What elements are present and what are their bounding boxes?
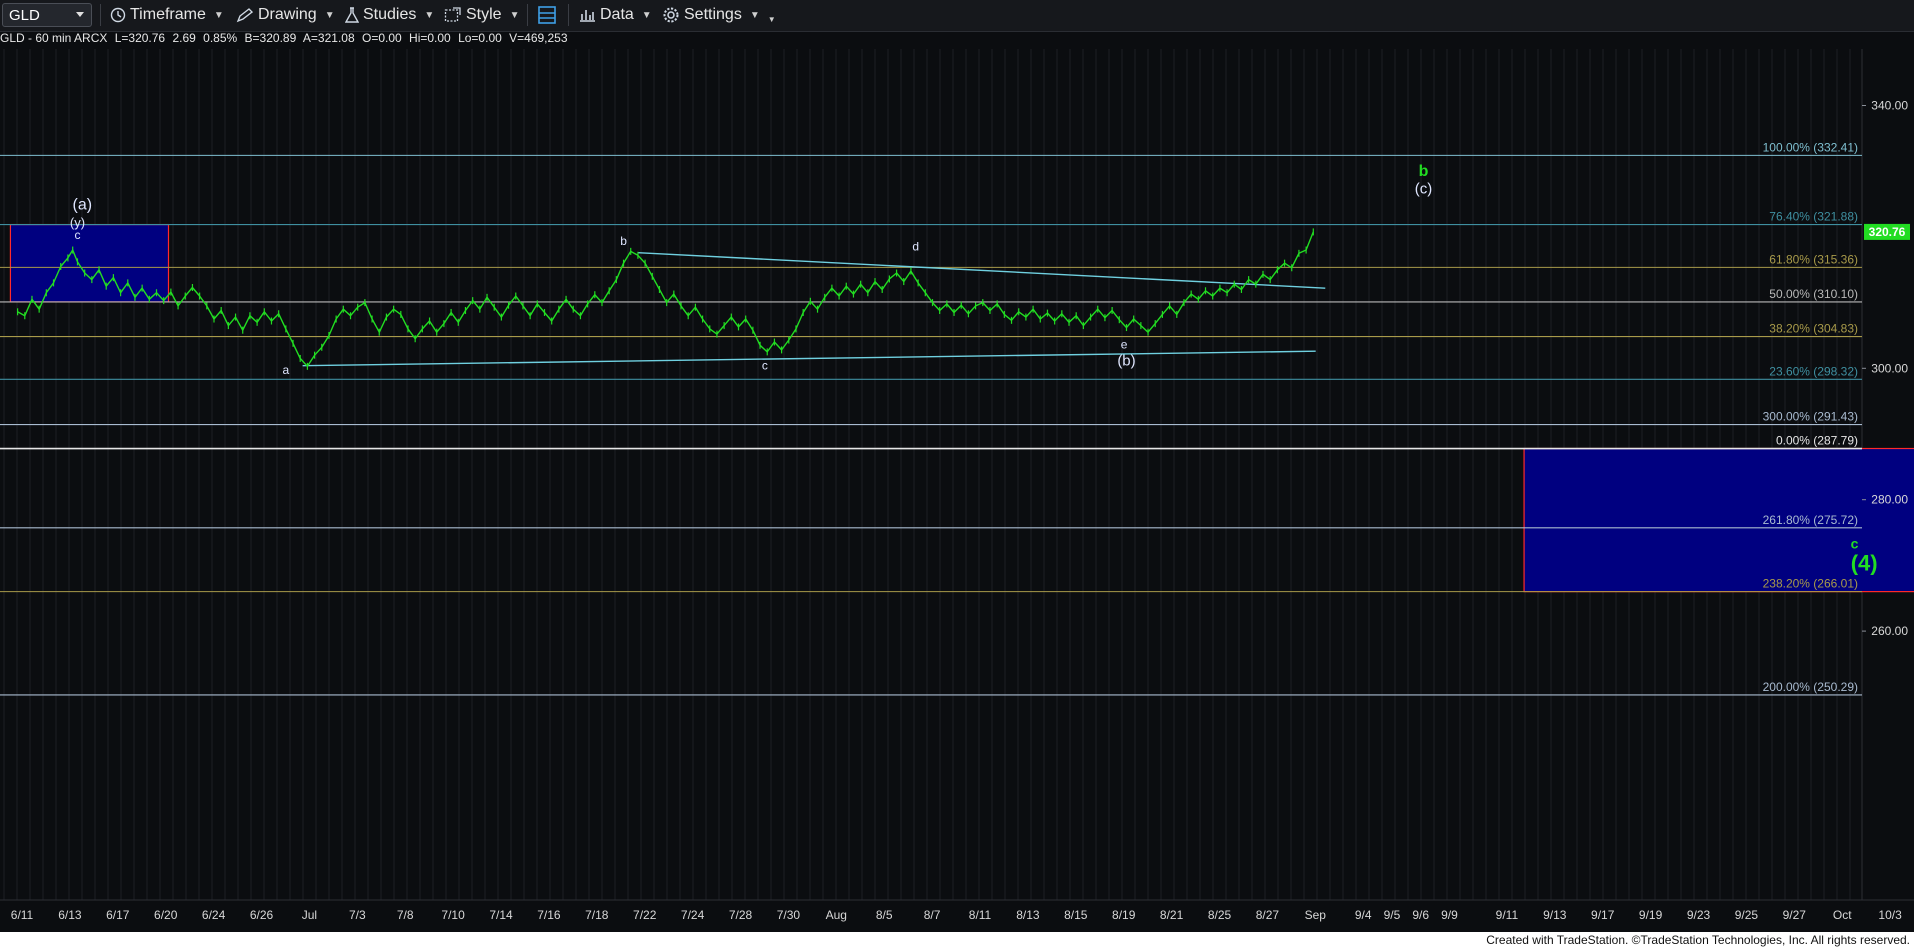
- date-tick-label: 9/6: [1412, 908, 1429, 922]
- fib-level-label: 261.80% (275.72): [1763, 513, 1858, 527]
- date-tick-label: Oct: [1833, 908, 1852, 922]
- wave-label: b: [620, 234, 627, 248]
- date-tick-label: 7/16: [537, 908, 561, 922]
- price-tick-label: 340.00: [1871, 99, 1908, 113]
- date-tick-label: 7/8: [397, 908, 414, 922]
- trendline-upper: [637, 251, 1326, 289]
- price-chart[interactable]: 100.00% (332.41) 76.40% (321.88) 61.80% (3…: [0, 0, 1914, 932]
- wave-label: b: [1419, 163, 1429, 180]
- date-tick-label: 6/13: [58, 908, 82, 922]
- date-tick-label: 9/11: [1496, 908, 1519, 922]
- date-tick-label: 9/17: [1591, 908, 1615, 922]
- date-tick-label: 7/3: [349, 908, 366, 922]
- date-tick-label: 7/24: [681, 908, 705, 922]
- date-tick-label: Sep: [1305, 908, 1327, 922]
- date-tick-label: 7/28: [729, 908, 753, 922]
- fib-level-label: 38.20% (304.83): [1769, 322, 1858, 336]
- date-tick-label: 7/14: [489, 908, 513, 922]
- wave-label: (b): [1117, 353, 1135, 370]
- wave-label: (c): [1415, 181, 1433, 198]
- wave-label: (4): [1851, 551, 1878, 576]
- date-tick-label: 9/9: [1441, 908, 1458, 922]
- date-tick-label: 6/20: [154, 908, 178, 922]
- date-tick-label: 6/24: [202, 908, 226, 922]
- date-tick-label: 6/11: [11, 908, 34, 922]
- date-tick-label: 8/5: [876, 908, 893, 922]
- date-tick-label: 8/7: [924, 908, 941, 922]
- date-tick-label: 7/30: [777, 908, 801, 922]
- date-tick-label: 7/22: [633, 908, 657, 922]
- wave-label: c: [74, 228, 80, 242]
- trendline-lower: [302, 350, 1316, 367]
- wave-a-box: [9, 223, 170, 303]
- date-tick-label: 8/25: [1208, 908, 1232, 922]
- wave-label: (a): [72, 196, 92, 213]
- wave-label: a: [283, 363, 290, 377]
- fib-level-label: 100.00% (332.41): [1763, 140, 1858, 154]
- date-tick-label: Jul: [302, 908, 317, 922]
- fib-level-label: 200.00% (250.29): [1763, 680, 1858, 694]
- fib-level-label: 23.60% (298.32): [1769, 364, 1858, 378]
- date-tick-label: 7/10: [441, 908, 465, 922]
- date-tick-label: 9/27: [1783, 908, 1807, 922]
- price-tick-label: 300.00: [1871, 361, 1908, 375]
- date-tick-label: 8/21: [1160, 908, 1184, 922]
- date-tick-label: 10/3: [1878, 908, 1902, 922]
- date-tick-label: 8/27: [1256, 908, 1280, 922]
- date-tick-label: 8/11: [969, 908, 992, 922]
- date-tick-label: 8/13: [1016, 908, 1040, 922]
- date-tick-label: 6/26: [250, 908, 274, 922]
- date-tick-label: 9/4: [1355, 908, 1372, 922]
- footer: Created with TradeStation. ©TradeStation…: [0, 932, 1914, 948]
- fib-level-label: 76.40% (321.88): [1769, 210, 1858, 224]
- date-tick-label: 9/19: [1639, 908, 1663, 922]
- price-tick-label: 280.00: [1871, 493, 1908, 507]
- fib-level-label: 0.00% (287.79): [1776, 434, 1858, 448]
- last-price-label: 320.76: [1869, 225, 1906, 239]
- date-tick-label: 9/25: [1735, 908, 1759, 922]
- date-tick-label: 7/18: [585, 908, 609, 922]
- date-tick-label: 9/13: [1543, 908, 1567, 922]
- footer-credit: Created with TradeStation. ©TradeStation…: [1486, 933, 1910, 947]
- date-tick-label: 8/19: [1112, 908, 1136, 922]
- fib-level-label: 61.80% (315.36): [1769, 252, 1858, 266]
- wave-label: c: [762, 359, 768, 373]
- date-tick-label: 8/15: [1064, 908, 1088, 922]
- date-tick-label: 9/23: [1687, 908, 1711, 922]
- wave-label: c: [1851, 535, 1859, 551]
- date-tick-label: 6/17: [106, 908, 130, 922]
- fib-level-label: 300.00% (291.43): [1763, 410, 1858, 424]
- fib-level-label: 238.20% (266.01): [1763, 577, 1858, 591]
- date-tick-label: 9/5: [1384, 908, 1401, 922]
- price-tick-label: 260.00: [1871, 624, 1908, 638]
- wave-label: d: [912, 240, 919, 254]
- date-tick-label: Aug: [826, 908, 847, 922]
- fib-level-label: 50.00% (310.10): [1769, 287, 1858, 301]
- wave-label: e: [1121, 338, 1128, 352]
